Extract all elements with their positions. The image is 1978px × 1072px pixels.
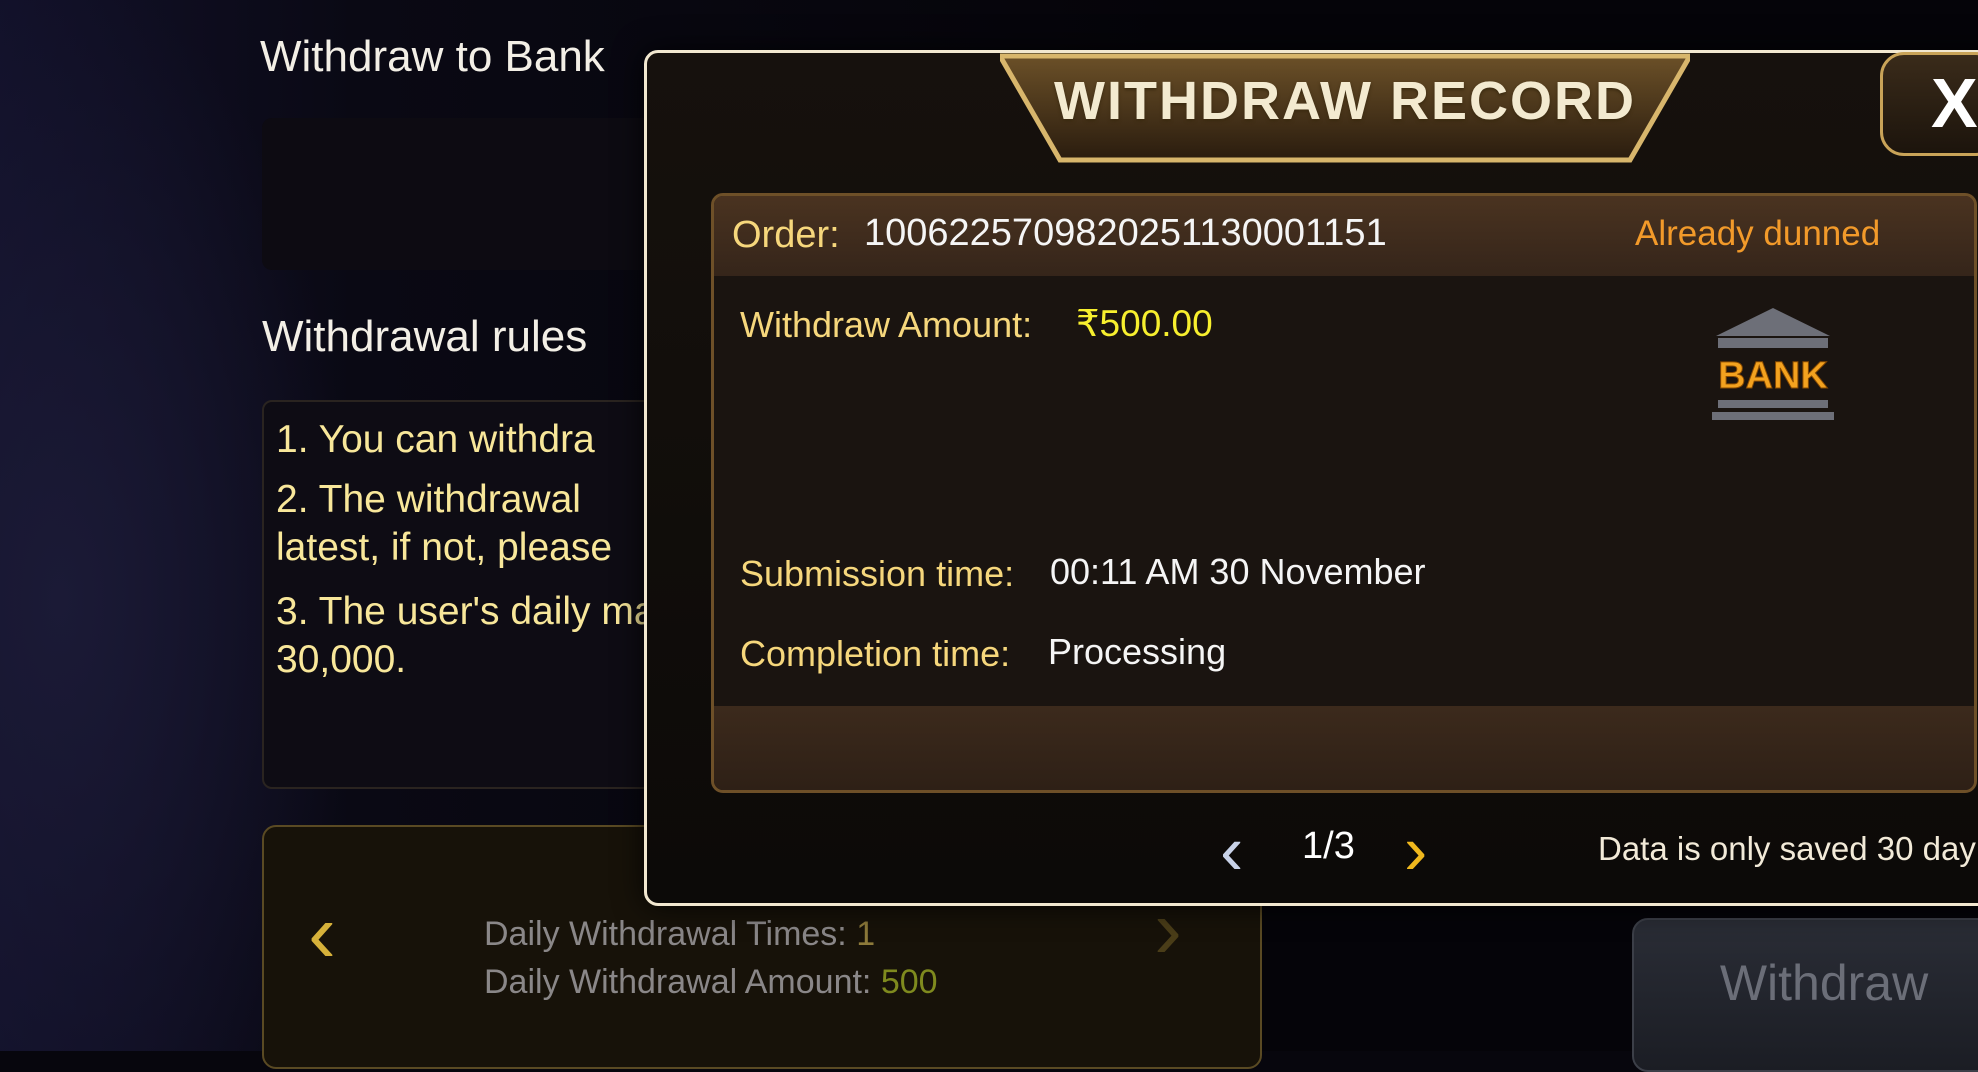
submission-label: Submission time: — [740, 553, 1015, 594]
completion-value: Processing — [1048, 631, 1227, 672]
amount-value: ₹500.00 — [1076, 303, 1213, 344]
daily-times-value: 1 — [856, 915, 876, 953]
close-button[interactable]: X — [1880, 52, 1978, 156]
bank-icon: BANK — [1712, 308, 1834, 420]
rule-2: 2. The withdrawal — [276, 478, 581, 521]
submission-value: 00:11 AM 30 November — [1050, 551, 1426, 592]
withdraw-to-bank-label: Withdraw to Bank — [260, 32, 605, 81]
rules-box: 1. You can withdra 2. The withdrawal lat… — [262, 400, 686, 789]
modal-title: WITHDRAW RECORD — [1054, 71, 1636, 131]
daily-times: Daily Withdrawal Times: 1 — [484, 915, 875, 954]
rules-title: Withdrawal rules — [262, 312, 588, 361]
page-indicator: 1/3 — [1302, 825, 1355, 867]
bank-icon-label: BANK — [1718, 355, 1828, 397]
daily-amount-value: 500 — [880, 963, 938, 1001]
daily-amount: Daily Withdrawal Amount: 500 — [484, 963, 938, 1002]
order-number: 1006225709820251130001151 — [864, 212, 1387, 254]
rule-3: 3. The user's daily ma — [276, 590, 656, 633]
completion-label: Completion time: — [740, 633, 1011, 674]
prev-page-icon[interactable]: ‹ — [1220, 815, 1243, 885]
withdraw-button[interactable]: Withdraw — [1632, 918, 1978, 1072]
close-icon: X — [1931, 64, 1978, 142]
rule-2-cont: latest, if not, please — [276, 526, 613, 569]
record-footer — [714, 706, 1974, 790]
order-label: Order: — [732, 214, 840, 256]
status-badge: Already dunned — [1635, 214, 1881, 253]
amount-label: Withdraw Amount: — [740, 304, 1033, 345]
bank-account-box[interactable] — [262, 118, 662, 270]
chevron-left-icon[interactable]: ‹ — [308, 891, 336, 975]
daily-amount-label: Daily Withdrawal Amount: — [484, 963, 872, 1001]
record-card: Order: 1006225709820251130001151 Already… — [711, 193, 1977, 793]
next-page-icon[interactable]: › — [1404, 815, 1427, 885]
retention-note: Data is only saved 30 day — [1598, 830, 1976, 867]
rule-3-cont: 30,000. — [276, 638, 407, 681]
rule-1: 1. You can withdra — [276, 418, 595, 461]
daily-times-label: Daily Withdrawal Times: — [484, 915, 847, 953]
